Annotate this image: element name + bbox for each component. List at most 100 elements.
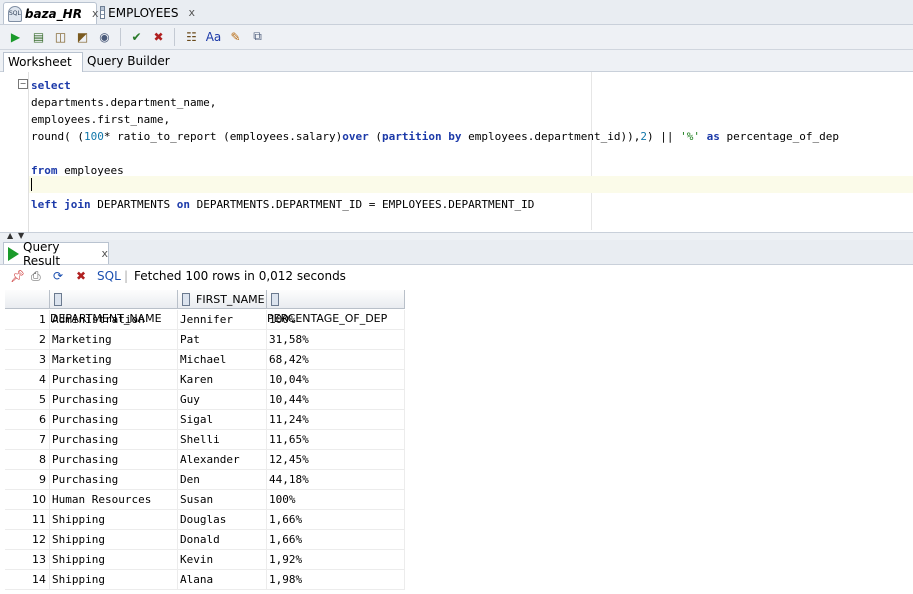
cell-first-name[interactable]: Alana <box>178 570 267 590</box>
tab-label: EMPLOYEES <box>108 5 179 20</box>
cell-department-name[interactable]: Shipping <box>50 570 178 590</box>
cell-percentage-of-dep[interactable]: 100% <box>267 490 405 510</box>
table-row[interactable]: 7 Purchasing Shelli 11,65% <box>5 430 405 450</box>
column-header-first-name[interactable]: FIRST_NAME <box>178 290 267 309</box>
tab-query-builder[interactable]: Query Builder <box>83 52 174 71</box>
cell-percentage-of-dep[interactable]: 1,66% <box>267 510 405 530</box>
run-script-button[interactable]: ▤ <box>30 28 47 45</box>
table-row[interactable]: 6 Purchasing Sigal 11,24% <box>5 410 405 430</box>
table-row[interactable]: 12 Shipping Donald 1,66% <box>5 530 405 550</box>
cell-department-name[interactable]: Shipping <box>50 510 178 530</box>
print-icon[interactable]: ⎙ <box>31 269 41 284</box>
cell-department-name[interactable]: Purchasing <box>50 390 178 410</box>
cell-percentage-of-dep[interactable]: 10,04% <box>267 370 405 390</box>
code-line[interactable]: departments.department_name, <box>31 94 216 111</box>
table-row[interactable]: 14 Shipping Alana 1,98% <box>5 570 405 590</box>
sql-keyword: over <box>342 130 369 143</box>
table-row[interactable]: 2 Marketing Pat 31,58% <box>5 330 405 350</box>
cell-first-name[interactable]: Alexander <box>178 450 267 470</box>
table-row[interactable]: 10 Human Resources Susan 100% <box>5 490 405 510</box>
tab-worksheet[interactable]: Worksheet <box>3 52 83 72</box>
autotrace-button[interactable]: ◩ <box>74 28 91 45</box>
cell-percentage-of-dep[interactable]: 1,92% <box>267 550 405 570</box>
tab-query-result[interactable]: Query Result x <box>3 240 109 268</box>
table-row[interactable]: 8 Purchasing Alexander 12,45% <box>5 450 405 470</box>
table-row[interactable]: 5 Purchasing Guy 10,44% <box>5 390 405 410</box>
cell-department-name[interactable]: Marketing <box>50 350 178 370</box>
cell-first-name[interactable]: Jennifer <box>178 310 267 330</box>
code-line[interactable]: from employees <box>31 162 124 179</box>
cell-first-name[interactable]: Sigal <box>178 410 267 430</box>
column-header-percentage-of-dep[interactable]: PERCENTAGE_OF_DEP <box>267 290 405 325</box>
cancel-query-icon[interactable]: ✖ <box>76 269 86 283</box>
pin-icon[interactable]: 📌︎ <box>10 269 25 283</box>
commit-button[interactable]: ✔ <box>128 28 145 45</box>
sql-button[interactable]: SQL <box>97 269 121 283</box>
cell-percentage-of-dep[interactable]: 1,98% <box>267 570 405 590</box>
cell-department-name[interactable]: Purchasing <box>50 410 178 430</box>
current-line-highlight <box>29 176 913 193</box>
sql-text: employees.first_name, <box>31 113 171 126</box>
cell-department-name[interactable]: Purchasing <box>50 470 178 490</box>
cell-first-name[interactable]: Shelli <box>178 430 267 450</box>
explain-plan-button[interactable]: ◫ <box>52 28 69 45</box>
cell-first-name[interactable]: Donald <box>178 530 267 550</box>
fold-icon[interactable]: − <box>18 79 28 89</box>
cell-percentage-of-dep[interactable]: 11,65% <box>267 430 405 450</box>
cell-percentage-of-dep[interactable]: 10,44% <box>267 390 405 410</box>
code-line[interactable]: employees.first_name, <box>31 111 170 128</box>
cell-percentage-of-dep[interactable]: 100% <box>267 310 405 330</box>
cell-department-name[interactable]: Purchasing <box>50 430 178 450</box>
close-icon[interactable]: x <box>188 6 195 19</box>
sql-tuning-advisor-button[interactable]: ◉ <box>96 28 113 45</box>
cell-percentage-of-dep[interactable]: 12,45% <box>267 450 405 470</box>
table-row[interactable]: 1 Administration Jennifer 100% <box>5 310 405 330</box>
row-number-header <box>5 290 50 309</box>
close-icon[interactable]: x <box>101 247 108 260</box>
run-statement-button[interactable]: ▶ <box>7 28 24 45</box>
table-row[interactable]: 4 Purchasing Karen 10,04% <box>5 370 405 390</box>
worksheet-subtabs: Worksheet Query Builder <box>0 50 913 72</box>
cell-first-name[interactable]: Den <box>178 470 267 490</box>
tab-baza-hr[interactable]: SQL baza_HR x <box>3 2 99 24</box>
cell-percentage-of-dep[interactable]: 44,18% <box>267 470 405 490</box>
cell-department-name[interactable]: Purchasing <box>50 450 178 470</box>
sql-history-button[interactable]: ⧉ <box>249 28 266 45</box>
tab-employees[interactable]: EMPLOYEES x <box>100 2 195 23</box>
table-row[interactable]: 9 Purchasing Den 44,18% <box>5 470 405 490</box>
unshared-sql-button[interactable]: ☷ <box>183 28 200 45</box>
cell-department-name[interactable]: Marketing <box>50 330 178 350</box>
cell-department-name[interactable]: Shipping <box>50 530 178 550</box>
cell-first-name[interactable]: Kevin <box>178 550 267 570</box>
cell-percentage-of-dep[interactable]: 1,66% <box>267 530 405 550</box>
cell-department-name[interactable]: Human Resources <box>50 490 178 510</box>
splitter-up-arrow-icon[interactable]: ▲ <box>7 231 13 240</box>
refresh-icon[interactable]: ⟳ <box>53 269 63 283</box>
cell-first-name[interactable]: Guy <box>178 390 267 410</box>
to-upper-lower-button[interactable]: Aa <box>205 28 222 45</box>
cell-department-name[interactable]: Purchasing <box>50 370 178 390</box>
close-icon[interactable]: x <box>92 7 99 20</box>
table-row[interactable]: 13 Shipping Kevin 1,92% <box>5 550 405 570</box>
table-row[interactable]: 3 Marketing Michael 68,42% <box>5 350 405 370</box>
code-line[interactable]: round( (100* ratio_to_report (employees.… <box>31 128 839 145</box>
sql-text: * ratio_to_report (employees.salary) <box>103 130 343 143</box>
cell-percentage-of-dep[interactable]: 11,24% <box>267 410 405 430</box>
cell-department-name[interactable]: Shipping <box>50 550 178 570</box>
cell-first-name[interactable]: Pat <box>178 330 267 350</box>
code-line[interactable]: select <box>31 77 71 94</box>
cell-first-name[interactable]: Michael <box>178 350 267 370</box>
clear-button[interactable]: ✎ <box>227 28 244 45</box>
sql-editor[interactable]: − select departments.department_name,empl… <box>0 72 913 232</box>
table-row[interactable]: 11 Shipping Douglas 1,66% <box>5 510 405 530</box>
column-header-department-name[interactable]: DEPARTMENT_NAME <box>50 290 178 325</box>
rollback-button[interactable]: ✖ <box>150 28 167 45</box>
cell-first-name[interactable]: Karen <box>178 370 267 390</box>
cell-first-name[interactable]: Douglas <box>178 510 267 530</box>
cell-department-name[interactable]: Administration <box>50 310 178 330</box>
cell-percentage-of-dep[interactable]: 31,58% <box>267 330 405 350</box>
cell-percentage-of-dep[interactable]: 68,42% <box>267 350 405 370</box>
cell-first-name[interactable]: Susan <box>178 490 267 510</box>
code-line[interactable]: left join DEPARTMENTS on DEPARTMENTS.DEP… <box>31 196 534 213</box>
